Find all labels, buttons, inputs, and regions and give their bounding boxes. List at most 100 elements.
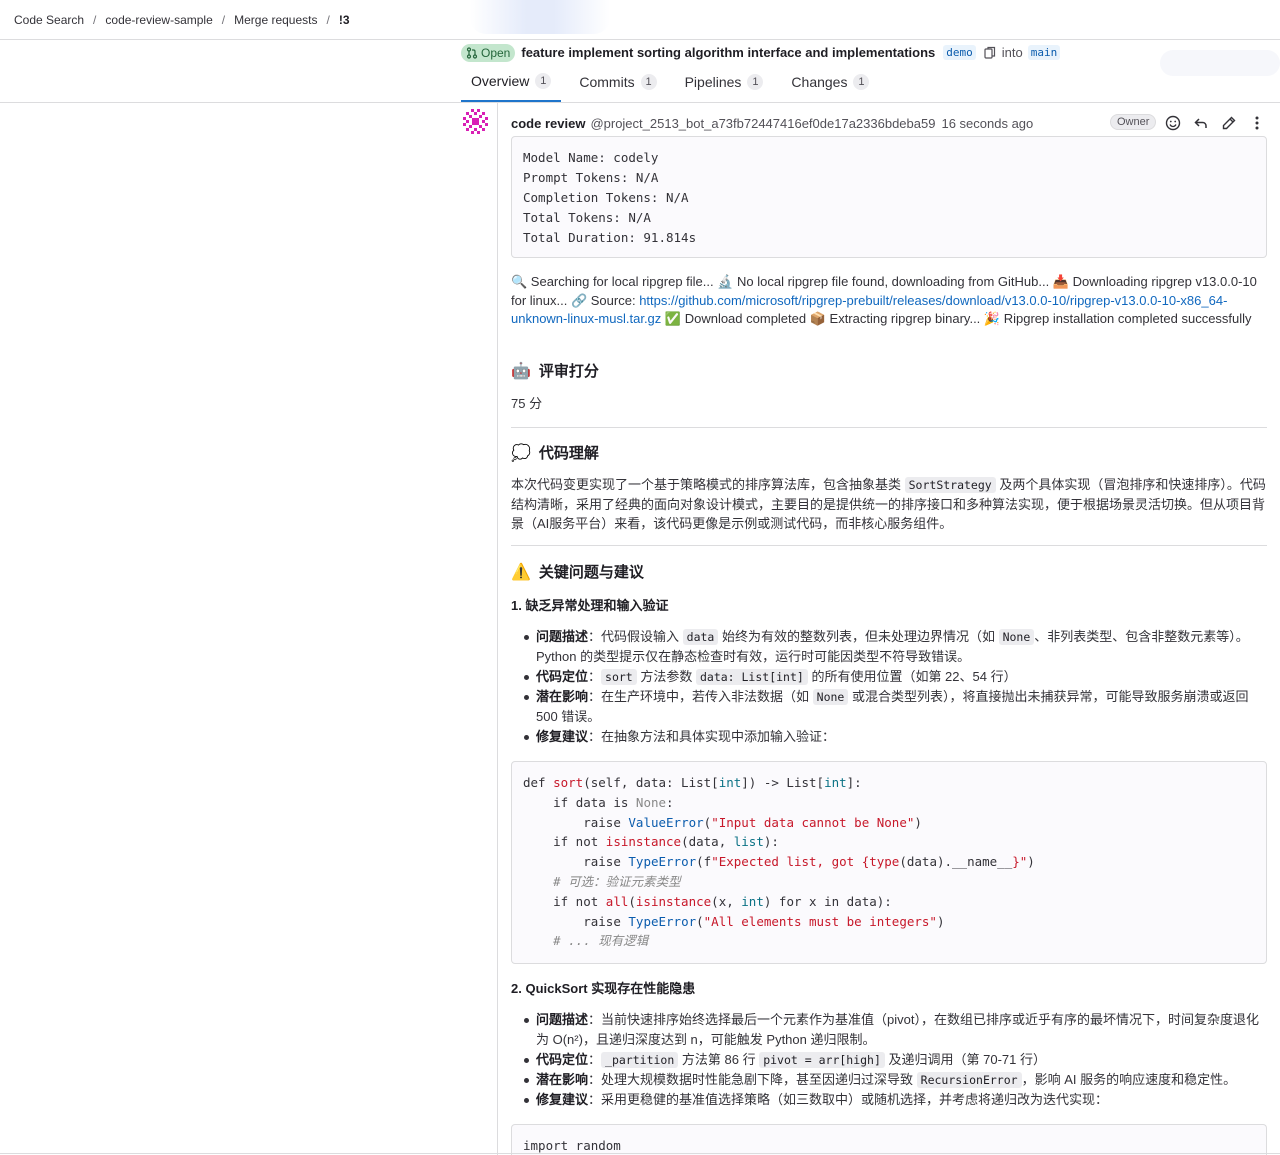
tab-count: 1 xyxy=(640,74,657,90)
inline-code: _partition xyxy=(601,1052,679,1068)
item-label: 潜在影响 xyxy=(536,689,589,704)
speech-bubble-icon: 💭 xyxy=(511,444,531,462)
score-value: 75 分 xyxy=(511,396,543,411)
model-stats-block: Model Name: codely Prompt Tokens: N/A Co… xyxy=(511,136,1267,258)
tab-label: Commits xyxy=(579,74,635,90)
edit-icon[interactable] xyxy=(1221,113,1237,133)
list-item: 代码定位： _partition 方法第 86 行 pivot = arr[hig… xyxy=(511,1050,1267,1070)
divider xyxy=(511,427,1267,428)
code-line: import random xyxy=(523,1138,621,1153)
ripgrep-log-text: 🔍 Searching for local ripgrep file... 🔬 … xyxy=(511,273,1267,329)
note-actions xyxy=(1165,113,1265,133)
tab-label: Changes xyxy=(791,74,848,90)
text-part: ：当前快速排序始终选择最后一个元素作为基准值（pivot），在数组已排序或近乎有… xyxy=(536,1012,1259,1047)
reply-icon[interactable] xyxy=(1193,113,1209,133)
list-item: 问题描述：当前快速排序始终选择最后一个元素作为基准值（pivot），在数组已排序… xyxy=(511,1010,1267,1050)
status-badge: Open xyxy=(461,43,516,62)
item-label: 修复建议 xyxy=(536,1092,589,1107)
page-title: feature implement sorting algorithm inte… xyxy=(521,45,936,60)
list-item: 潜在影响：处理大规模数据时性能急剧下降，甚至因递归过深导致 RecursionE… xyxy=(511,1070,1267,1090)
score-heading-label: 评审打分 xyxy=(538,363,599,380)
more-actions-icon[interactable] xyxy=(1249,113,1265,133)
issue-1-title: 1. 缺乏异常处理和输入验证 xyxy=(511,598,669,613)
log-text-part: ✅ Download completed 📦 Extracting ripgre… xyxy=(661,311,1252,326)
breadcrumb-code-search[interactable]: Code Search xyxy=(14,13,84,27)
inline-code: data: List[int] xyxy=(695,669,808,685)
breadcrumb-merge-requests[interactable]: Merge requests xyxy=(234,13,317,27)
breadcrumb-project[interactable]: code-review-sample xyxy=(105,13,212,27)
text-part: ： xyxy=(588,669,602,684)
text-part: ：采用更稳健的基准值选择策略（如三数取中）或随机选择，并考虑将递归改为迭代实现： xyxy=(588,1092,1109,1107)
list-item: 潜在影响：在生产环境中，若传入非法数据（如 None 或混合类型列表），将直接抛… xyxy=(511,687,1267,727)
viewport-bottom-edge xyxy=(0,1153,1280,1154)
text-part: ：在抽象方法和具体实现中添加输入验证： xyxy=(588,729,836,744)
understanding-heading: 💭 代码理解 xyxy=(511,442,599,463)
note-author-handle[interactable]: @project_2513_bot_a73fb72447416ef0de17a2… xyxy=(590,116,935,131)
item-label: 潜在影响 xyxy=(536,1072,589,1087)
inline-code: pivot = arr[high] xyxy=(759,1052,885,1068)
inline-code: SortStrategy xyxy=(904,477,996,493)
tab-label: Pipelines xyxy=(684,74,742,90)
inline-code: None xyxy=(812,689,849,705)
avatar[interactable] xyxy=(461,107,490,136)
list-item: 修复建议：采用更稳健的基准值选择策略（如三数取中）或随机选择，并考虑将递归改为迭… xyxy=(511,1090,1267,1110)
issue-1-points: 问题描述：代码假设输入 data 始终为有效的整数列表，但未处理边界情况（如 N… xyxy=(511,627,1267,747)
target-branch[interactable]: main xyxy=(1027,45,1061,60)
divider xyxy=(511,545,1267,546)
list-item: 修复建议：在抽象方法和具体实现中添加输入验证： xyxy=(511,727,1267,747)
role-badge: Owner xyxy=(1110,114,1157,130)
inline-code: RecursionError xyxy=(916,1072,1022,1088)
tab-count: 1 xyxy=(853,74,870,90)
breadcrumb: Code Search / code-review-sample / Merge… xyxy=(0,0,1280,40)
inline-code: data xyxy=(682,629,719,645)
item-label: 修复建议 xyxy=(536,729,589,744)
tab-overview[interactable]: Overview 1 xyxy=(461,62,562,102)
timeline-line xyxy=(497,103,498,1155)
text-part: ：代码假设输入 xyxy=(588,629,683,644)
list-item: 代码定位： sort 方法参数 data: List[int] 的所有使用位置（如… xyxy=(511,667,1267,687)
into-label: into xyxy=(1001,45,1023,60)
text-part: ：在生产环境中，若传入非法数据（如 xyxy=(588,689,813,704)
code-block-validation: def sort(self, data: List[int]) -> List[… xyxy=(511,761,1267,964)
text-part: 方法第 86 行 xyxy=(678,1052,760,1067)
robot-icon: 🤖 xyxy=(511,362,531,380)
note-header: code review @project_2513_bot_a73fb72447… xyxy=(511,113,1271,133)
status-label: Open xyxy=(481,45,511,60)
tab-changes[interactable]: Changes 1 xyxy=(781,62,879,102)
issue-2-title: 2. QuickSort 实现存在性能隐患 xyxy=(511,981,696,996)
text-part: 始终为有效的整数列表，但未处理边界情况（如 xyxy=(718,629,999,644)
text-part: 方法参数 xyxy=(636,669,696,684)
tab-pipelines[interactable]: Pipelines 1 xyxy=(675,62,774,102)
text-part: 的所有使用位置（如第 22、54 行） xyxy=(807,669,1017,684)
tab-count: 1 xyxy=(535,73,552,89)
item-label: 代码定位 xyxy=(536,1052,589,1067)
text-part: ，影响 AI 服务的响应速度和稳定性。 xyxy=(1021,1072,1237,1087)
text-part: 本次代码变更实现了一个基于策略模式的排序算法库，包含抽象基类 xyxy=(511,477,905,492)
item-label: 问题描述 xyxy=(536,1012,589,1027)
inline-code: sort xyxy=(601,669,637,685)
text-part: ： xyxy=(588,1052,602,1067)
breadcrumb-separator: / xyxy=(221,12,226,27)
copy-icon[interactable] xyxy=(984,46,996,59)
inline-code: None xyxy=(998,629,1035,645)
warning-icon: ⚠️ xyxy=(511,563,531,581)
text-part: ：处理大规模数据时性能急剧下降，甚至因递归过深导致 xyxy=(588,1072,917,1087)
text-part: 及递归调用（第 70-71 行） xyxy=(884,1052,1046,1067)
note-author[interactable]: code review xyxy=(511,116,585,131)
merge-request-icon xyxy=(466,46,478,59)
score-heading: 🤖 评审打分 xyxy=(511,360,599,381)
item-label: 问题描述 xyxy=(536,629,589,644)
note-body: Model Name: codely Prompt Tokens: N/A Co… xyxy=(511,136,1267,1155)
breadcrumb-separator: / xyxy=(326,12,330,27)
note-timestamp[interactable]: 16 seconds ago xyxy=(941,116,1033,131)
tabs-divider xyxy=(0,102,1280,103)
list-item: 问题描述：代码假设输入 data 始终为有效的整数列表，但未处理边界情况（如 N… xyxy=(511,627,1267,667)
issue-2-points: 问题描述：当前快速排序始终选择最后一个元素作为基准值（pivot），在数组已排序… xyxy=(511,1010,1267,1110)
add-reaction-icon[interactable] xyxy=(1165,113,1181,133)
tab-commits[interactable]: Commits 1 xyxy=(569,62,666,102)
breadcrumb-current-mr[interactable]: !3 xyxy=(339,13,350,27)
source-branch[interactable]: demo xyxy=(943,45,976,60)
mr-tabs: Overview 1 Commits 1 Pipelines 1 Changes 1 xyxy=(461,62,887,102)
item-label: 代码定位 xyxy=(536,669,589,684)
understanding-heading-label: 代码理解 xyxy=(538,445,599,462)
